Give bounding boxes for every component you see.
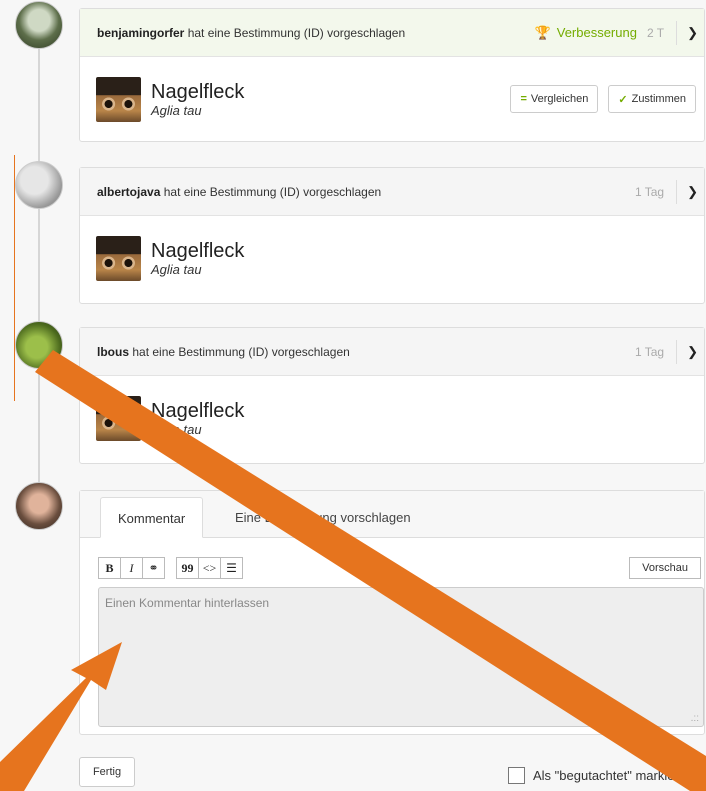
user-link[interactable]: lbous bbox=[97, 345, 129, 359]
chevron-down-icon: ❯ bbox=[687, 24, 698, 40]
card-body: Nagelfleck Aglia tau bbox=[80, 216, 704, 300]
compare-button[interactable]: = Vergleichen bbox=[510, 85, 599, 113]
list-icon[interactable]: ☰ bbox=[220, 557, 243, 579]
tab-comment[interactable]: Kommentar bbox=[100, 497, 204, 538]
taxon-name[interactable]: Nagelfleck Aglia tau bbox=[151, 81, 244, 118]
reviewed-checkbox[interactable] bbox=[508, 767, 525, 784]
bold-button[interactable]: B bbox=[98, 557, 121, 579]
reviewed-label: Als "begutachtet" markieren bbox=[533, 768, 694, 783]
taxon-common-name: Nagelfleck bbox=[151, 239, 245, 262]
card-body: Nagelfleck Aglia tau = Vergleichen ✓ Zusti… bbox=[80, 57, 704, 141]
card-menu[interactable]: ❯ bbox=[676, 179, 704, 204]
resize-grip-icon[interactable]: .:: bbox=[691, 713, 699, 724]
identification-card: lbous hat eine Bestimmung (ID) vorgeschl… bbox=[79, 327, 705, 464]
avatar-current-user[interactable] bbox=[15, 482, 63, 530]
timestamp: 1 Tag bbox=[634, 184, 665, 199]
chevron-down-icon: ❯ bbox=[687, 343, 698, 359]
activity-timeline bbox=[38, 30, 40, 500]
italic-button[interactable]: I bbox=[120, 557, 143, 579]
mark-reviewed[interactable]: Als "begutachtet" markieren bbox=[508, 767, 693, 784]
action-text: hat eine Bestimmung (ID) vorgeschlagen bbox=[163, 184, 382, 199]
taxon-common-name: Nagelfleck bbox=[151, 80, 245, 103]
comment-placeholder: Einen Kommentar hinterlassen bbox=[105, 596, 270, 610]
taxon-common-name: Nagelfleck bbox=[151, 399, 245, 422]
card-body: Nagelfleck Aglia tau bbox=[80, 376, 704, 460]
comment-composer: Kommentar Eine Bestimmung vorschlagen B … bbox=[79, 490, 705, 735]
compare-icon: = bbox=[520, 93, 527, 105]
taxon-name[interactable]: Nagelfleck Aglia tau bbox=[151, 400, 244, 437]
preview-button[interactable]: Vorschau bbox=[629, 557, 701, 579]
check-icon: ✓ bbox=[618, 93, 628, 106]
user-link[interactable]: benjamingorfer bbox=[97, 26, 184, 40]
card-menu[interactable]: ❯ bbox=[676, 20, 704, 45]
compare-button-label: Vergleichen bbox=[530, 93, 589, 105]
avatar-benjamingorfer[interactable] bbox=[15, 1, 63, 49]
taxon-photo[interactable] bbox=[96, 235, 141, 281]
identification-page: benjamingorfer hat eine Bestimmung (ID) … bbox=[0, 0, 706, 791]
link-icon[interactable]: ⚭ bbox=[142, 557, 165, 579]
card-header: benjamingorfer hat eine Bestimmung (ID) … bbox=[80, 9, 704, 57]
taxon-photo[interactable] bbox=[96, 395, 141, 441]
identification-card: albertojava hat eine Bestimmung (ID) vor… bbox=[79, 167, 705, 304]
code-button[interactable]: <> bbox=[198, 557, 221, 579]
timestamp: 1 Tag bbox=[634, 344, 665, 359]
improving-badge: 🏆 Verbesserung bbox=[535, 25, 637, 41]
tab-suggest-id[interactable]: Eine Bestimmung vorschlagen bbox=[218, 497, 428, 538]
quote-button[interactable]: 99 bbox=[176, 557, 199, 579]
action-text: hat eine Bestimmung (ID) vorgeschlagen bbox=[187, 25, 406, 40]
card-header: lbous hat eine Bestimmung (ID) vorgeschl… bbox=[80, 328, 704, 376]
avatar-lbous[interactable] bbox=[15, 321, 63, 369]
done-button[interactable]: Fertig bbox=[79, 757, 135, 787]
avatar-albertojava[interactable] bbox=[15, 161, 63, 209]
identification-card: benjamingorfer hat eine Bestimmung (ID) … bbox=[79, 8, 705, 142]
agree-button[interactable]: ✓ Zustimmen bbox=[608, 85, 696, 113]
badge-label: Verbesserung bbox=[556, 24, 637, 40]
annotation-bracket bbox=[14, 155, 15, 401]
chevron-down-icon: ❯ bbox=[687, 183, 698, 199]
user-link[interactable]: albertojava bbox=[97, 185, 160, 199]
card-menu[interactable]: ❯ bbox=[676, 339, 704, 364]
taxon-scientific-name: Aglia tau bbox=[151, 102, 202, 118]
card-header: albertojava hat eine Bestimmung (ID) vor… bbox=[80, 168, 704, 216]
trophy-icon: 🏆 bbox=[534, 24, 551, 40]
agree-button-label: Zustimmen bbox=[631, 93, 686, 105]
format-toolbar: B I ⚭ 99 <> ☰ bbox=[98, 557, 243, 579]
taxon-scientific-name: Aglia tau bbox=[151, 421, 202, 437]
timestamp: 2 T bbox=[646, 25, 665, 40]
action-text: hat eine Bestimmung (ID) vorgeschlagen bbox=[132, 344, 350, 359]
taxon-scientific-name: Aglia tau bbox=[151, 261, 202, 277]
taxon-photo[interactable] bbox=[96, 76, 141, 122]
taxon-name[interactable]: Nagelfleck Aglia tau bbox=[151, 240, 244, 277]
composer-tabs: Kommentar Eine Bestimmung vorschlagen bbox=[80, 491, 704, 538]
comment-textarea[interactable]: Einen Kommentar hinterlassen .:: bbox=[98, 587, 704, 727]
